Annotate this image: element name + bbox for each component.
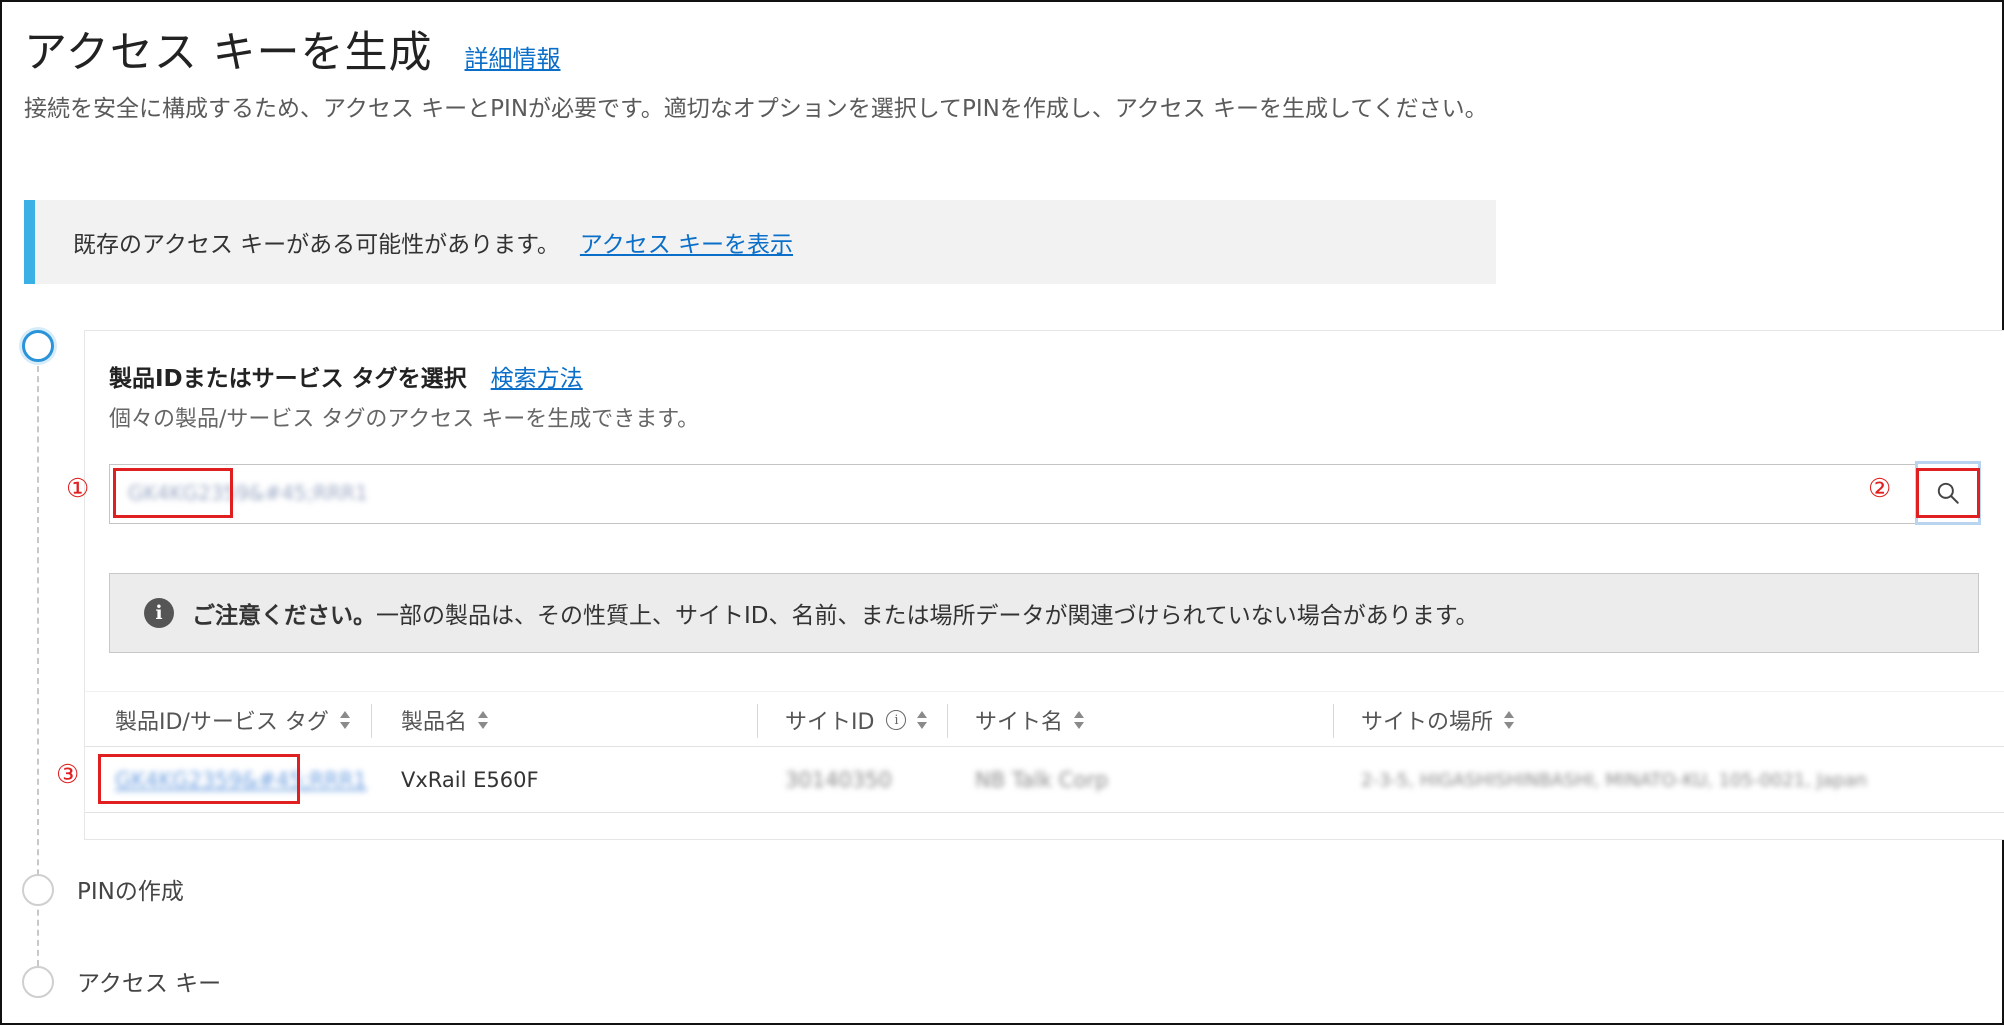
sort-icon xyxy=(1073,710,1085,730)
step1-card: 製品IDまたはサービス タグを選択 検索方法 個々の製品/サービス タグのアクセ… xyxy=(84,330,2004,840)
sort-icon xyxy=(477,710,489,730)
intro-text: 接続を安全に構成するため、アクセス キーとPINが必要です。適切なオプションを選… xyxy=(24,96,1488,122)
title-row: アクセス キーを生成 詳細情報 xyxy=(24,18,561,80)
step1-subtitle: 個々の製品/サービス タグのアクセス キーを生成できます。 xyxy=(109,407,700,432)
callout-box-product-id xyxy=(98,754,300,804)
product-name-cell: VxRail E560F xyxy=(401,768,539,792)
column-header-site-name[interactable]: サイト名 xyxy=(975,692,1085,748)
column-header-product-id[interactable]: 製品ID/サービス タグ xyxy=(115,692,351,748)
column-label: サイト名 xyxy=(975,710,1064,735)
column-label: 製品名 xyxy=(401,710,468,735)
how-to-search-link[interactable]: 検索方法 xyxy=(491,359,583,393)
view-access-key-link[interactable]: アクセス キーを表示 xyxy=(580,225,793,259)
learn-more-link[interactable]: 詳細情報 xyxy=(465,39,561,74)
info-note-title: ご注意ください。 xyxy=(192,603,376,629)
sort-icon xyxy=(916,710,928,730)
callout-number-2: ② xyxy=(1868,474,1892,504)
column-label: サイトID xyxy=(785,710,875,735)
step1-title: 製品IDまたはサービス タグを選択 xyxy=(109,366,467,392)
column-label: 製品ID/サービス タグ xyxy=(115,710,329,735)
site-name-cell: NB Talk Corp xyxy=(975,768,1109,792)
callout-box-search-button xyxy=(1916,468,1980,518)
callout-number-1: ① xyxy=(66,474,90,504)
sort-icon xyxy=(339,710,351,730)
column-header-site-location[interactable]: サイトの場所 xyxy=(1361,692,1515,748)
page-title: アクセス キーを生成 xyxy=(24,28,433,78)
info-tooltip-icon[interactable]: i xyxy=(886,710,907,730)
search-input[interactable]: GK4KG2359&#45;RRR1 xyxy=(109,464,1979,524)
column-header-product-name[interactable]: 製品名 xyxy=(401,692,489,748)
step1-indicator xyxy=(22,330,54,362)
column-divider xyxy=(1333,704,1334,738)
info-note: i ご注意ください。 一部の製品は、その性質上、サイトID、名前、または場所デー… xyxy=(109,573,1979,653)
callout-box-search-input xyxy=(113,468,233,518)
table-row: GK4KG2359&#45;RRR1 VxRail E560F 30140350… xyxy=(85,747,2004,813)
step2-indicator xyxy=(22,874,54,906)
notice-text: 既存のアクセス キーがある可能性があります。 xyxy=(73,232,560,258)
column-divider xyxy=(757,704,758,738)
product-table: 製品ID/サービス タグ 製品名 サイトID i サイト名 サイトの場所 GK4… xyxy=(85,691,2004,813)
step2-label: PINの作成 xyxy=(77,879,184,905)
step3-indicator xyxy=(22,966,54,998)
info-note-text: 一部の製品は、その性質上、サイトID、名前、または場所データが関連づけられていな… xyxy=(376,603,1479,629)
step3-label: アクセス キー xyxy=(77,971,222,997)
sort-icon xyxy=(1503,710,1515,730)
column-header-site-id[interactable]: サイトID i xyxy=(785,692,928,748)
existing-key-notice: 既存のアクセス キーがある可能性があります。 アクセス キーを表示 xyxy=(24,200,1496,284)
site-location-cell: 2-3-5, HIGASHISHINBASHI, MINATO-KU, 105-… xyxy=(1361,769,1867,791)
column-divider xyxy=(371,704,372,738)
info-icon: i xyxy=(144,598,174,628)
column-label: サイトの場所 xyxy=(1361,710,1494,735)
step1-title-row: 製品IDまたはサービス タグを選択 検索方法 xyxy=(109,359,583,393)
site-id-cell: 30140350 xyxy=(785,768,892,792)
column-divider xyxy=(947,704,948,738)
table-header: 製品ID/サービス タグ 製品名 サイトID i サイト名 サイトの場所 xyxy=(85,691,2004,747)
callout-number-3: ③ xyxy=(56,760,80,790)
